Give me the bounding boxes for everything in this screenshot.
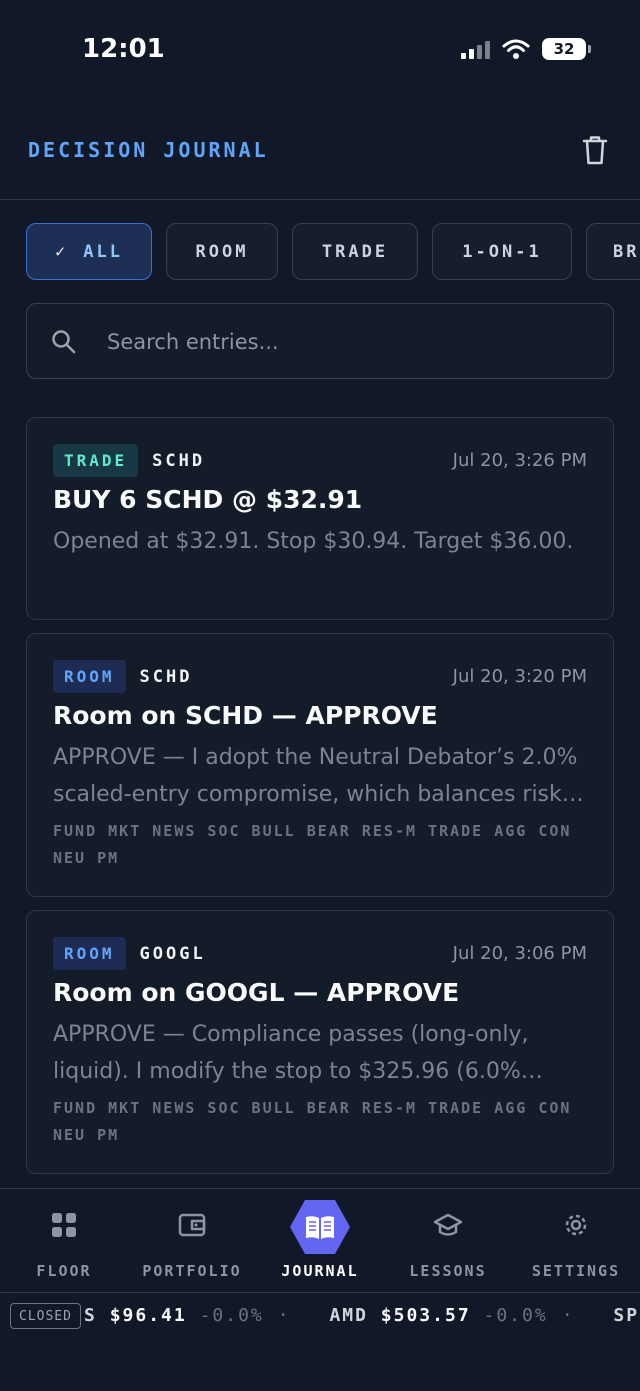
filter-chip-br[interactable]: BR [586, 223, 640, 280]
entry-body: APPROVE — I adopt the Neutral Debator’s … [53, 745, 578, 807]
nav-item-lessons[interactable]: LESSONS [384, 1189, 512, 1293]
bottom-nav: FLOOR PORTFOLIO JOURNAL LESSONS SETTINGS [0, 1188, 640, 1292]
quote-symbol: S [84, 1305, 97, 1326]
journal-entry-card[interactable]: ROOM GOOGL Jul 20, 3:06 PM Room on GOOGL… [26, 910, 614, 1174]
delete-button[interactable] [580, 134, 612, 168]
entry-title: Room on GOOGL — APPROVE [53, 978, 460, 1007]
quote-change: -0.0% [483, 1305, 548, 1326]
quote-change: -0.0% [199, 1305, 264, 1326]
search-input[interactable] [107, 322, 587, 362]
filter-chips: ✓ ALL ROOM TRADE 1-ON-1 BR [26, 223, 640, 280]
nav-label: PORTFOLIO [142, 1262, 242, 1280]
entry-header: TRADE SCHD [53, 444, 205, 477]
journal-entry-card[interactable]: ROOM SCHD Jul 20, 3:20 PM Room on SCHD —… [26, 633, 614, 897]
trash-icon [582, 136, 608, 165]
entry-timestamp: Jul 20, 3:20 PM [452, 666, 587, 687]
quote-symbol: AMD [329, 1305, 368, 1326]
filter-chip-label: BR [613, 241, 640, 262]
nav-label: SETTINGS [531, 1262, 621, 1280]
entry-header: ROOM GOOGL [53, 937, 206, 970]
filter-chip-label: ALL [83, 241, 123, 262]
ticker-separator: · [277, 1305, 291, 1326]
ticker-track: S $96.41 -0.0% · AMD $503.57 -0.0% · SPC… [84, 1305, 640, 1326]
graduation-cap-icon [432, 1209, 464, 1241]
entry-ticker: SCHD [139, 666, 193, 687]
entry-title: BUY 6 SCHD @ $32.91 [53, 485, 363, 514]
entry-timestamp: Jul 20, 3:06 PM [452, 943, 587, 964]
cellular-signal-icon [461, 39, 490, 59]
filter-chip-label: ROOM [195, 241, 249, 262]
filter-chip-label: 1-ON-1 [462, 241, 542, 262]
nav-label: LESSONS [409, 1262, 487, 1280]
quote-price: $503.57 [380, 1305, 471, 1326]
quote-symbol: SPCX [613, 1305, 640, 1326]
entry-body: Opened at $32.91. Stop $30.94. Target $3… [53, 529, 574, 554]
filter-chip-one-on-one[interactable]: 1-ON-1 [432, 223, 572, 280]
journal-entry-card[interactable]: TRADE SCHD Jul 20, 3:26 PM BUY 6 SCHD @ … [26, 417, 614, 620]
nav-item-portfolio[interactable]: PORTFOLIO [128, 1189, 256, 1293]
market-status-badge: CLOSED [10, 1303, 81, 1329]
check-icon: ✓ [55, 241, 66, 262]
entry-agent-list: FUND MKT NEWS SOC BULL BEAR RES-M TRADE … [53, 1099, 572, 1144]
gear-icon [560, 1209, 592, 1241]
ticker-quote[interactable]: AMD $503.57 -0.0% [329, 1305, 547, 1326]
book-icon [288, 1198, 352, 1256]
entry-ticker: SCHD [152, 450, 206, 471]
page-title: DECISION JOURNAL [28, 138, 269, 162]
entry-title: Room on SCHD — APPROVE [53, 701, 438, 730]
filter-chip-trade[interactable]: TRADE [292, 223, 418, 280]
wifi-icon [502, 39, 530, 59]
nav-label: JOURNAL [281, 1262, 359, 1280]
quote-price: $96.41 [109, 1305, 187, 1326]
nav-item-settings[interactable]: SETTINGS [512, 1189, 640, 1293]
nav-item-journal[interactable]: JOURNAL [256, 1189, 384, 1293]
entry-agent-list: FUND MKT NEWS SOC BULL BEAR RES-M TRADE … [53, 822, 572, 867]
entry-type-badge: ROOM [53, 660, 126, 693]
ticker-separator: · [561, 1305, 575, 1326]
entry-body: APPROVE — Compliance passes (long-only, … [53, 1022, 529, 1084]
filter-chip-label: TRADE [321, 241, 389, 262]
entry-timestamp: Jul 20, 3:26 PM [452, 450, 587, 471]
battery-icon: 32 [542, 38, 591, 60]
grid-icon [48, 1209, 80, 1241]
ticker-strip: CLOSED S $96.41 -0.0% · AMD $503.57 -0.0… [0, 1292, 640, 1339]
entry-type-badge: TRADE [53, 444, 139, 477]
nav-item-floor[interactable]: FLOOR [0, 1189, 128, 1293]
wallet-icon [176, 1209, 208, 1241]
ticker-quote[interactable]: S $96.41 -0.0% [84, 1305, 264, 1326]
filter-chip-room[interactable]: ROOM [166, 223, 278, 280]
status-time: 12:01 [82, 34, 165, 64]
entry-ticker: GOOGL [139, 943, 206, 964]
nav-label: FLOOR [36, 1262, 92, 1280]
search-icon [52, 330, 76, 354]
status-icons: 32 [461, 38, 591, 60]
page-header: DECISION JOURNAL [0, 100, 640, 200]
status-bar: 12:01 32 [0, 0, 640, 100]
entry-header: ROOM SCHD [53, 660, 192, 693]
entry-type-badge: ROOM [53, 937, 126, 970]
filter-chip-all[interactable]: ✓ ALL [26, 223, 152, 280]
search-box [26, 303, 614, 379]
ticker-quote[interactable]: SPCX $ [613, 1305, 640, 1326]
